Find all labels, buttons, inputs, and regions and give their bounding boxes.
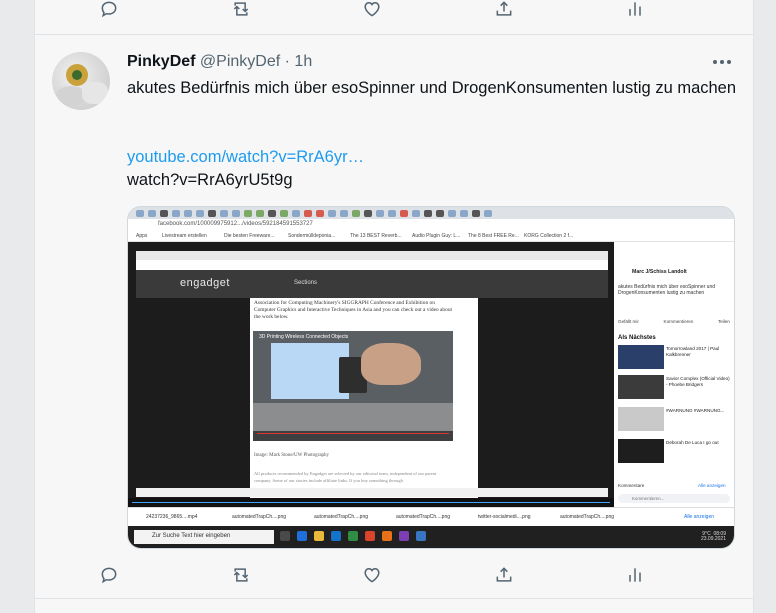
right-gutter bbox=[753, 0, 776, 613]
taskbar-search: Zur Suche Text hier eingeben bbox=[134, 530, 274, 544]
video-thumbnail bbox=[618, 345, 664, 369]
tweet-divider bbox=[35, 34, 753, 35]
tweet-timestamp[interactable]: 1h bbox=[294, 53, 312, 70]
reply-icon bbox=[101, 567, 117, 584]
browser-tab-strip bbox=[128, 207, 734, 219]
bookmarks-bar: Apps Livestream erstellen Die besten Fre… bbox=[128, 231, 734, 242]
display-name[interactable]: PinkyDef bbox=[127, 53, 195, 70]
heart-icon bbox=[364, 567, 380, 583]
download-item: automatedTrapCh....png bbox=[314, 514, 369, 520]
bookmark-item: The 8 Best FREE Re... bbox=[468, 233, 519, 239]
more-dots-icon bbox=[713, 60, 717, 64]
left-gutter bbox=[0, 0, 34, 613]
video-thumbnail bbox=[618, 375, 664, 399]
fb-actions: Gefällt mir Kommentieren Teilen bbox=[618, 319, 730, 324]
retweet-icon bbox=[233, 2, 248, 16]
share-icon bbox=[496, 567, 511, 582]
fb-post-text: akutes Bedürfnis mich über esoSpinner un… bbox=[618, 284, 716, 296]
separator: · bbox=[284, 53, 290, 70]
engadget-logo: engadget bbox=[180, 277, 230, 289]
avatar[interactable] bbox=[52, 52, 110, 110]
taskbar-search-text: Zur Suche Text hier eingeben bbox=[152, 533, 231, 539]
article-paragraph: Association for Computing Machinery's SI… bbox=[254, 300, 453, 320]
tweet-text: akutes Bedürfnis mich über esoSpinner un… bbox=[127, 79, 737, 97]
analytics-icon bbox=[629, 568, 641, 582]
analytics-button[interactable] bbox=[618, 560, 652, 590]
user-handle[interactable]: @PinkyDef bbox=[200, 53, 280, 70]
windows-taskbar: Zur Suche Text hier eingeben 9°C 08:09 2… bbox=[128, 526, 734, 548]
download-item: automatedTrapCh....png bbox=[232, 514, 287, 520]
fb-comment-placeholder: Kommentieren... bbox=[632, 496, 665, 501]
tweet-divider bbox=[35, 598, 753, 599]
video-thumbnail bbox=[618, 407, 664, 431]
bookmark-item: The 13 BEST Reverb... bbox=[350, 233, 402, 239]
retweet-icon bbox=[233, 568, 248, 582]
bookmark-item: KORG Collection 2 f... bbox=[524, 233, 574, 239]
like-button[interactable] bbox=[355, 560, 389, 590]
download-item: twitter-socialmedi....png bbox=[478, 514, 531, 520]
like-button[interactable] bbox=[355, 0, 389, 24]
bookmark-item: Livestream erstellen bbox=[162, 233, 207, 239]
image-caption: Image: Mark Stone/UW Photography bbox=[254, 453, 330, 458]
share-button[interactable] bbox=[487, 0, 521, 24]
video-title: Deborah De Luca I go out bbox=[666, 440, 719, 445]
address-url: facebook.com/100009975912.../videos/5921… bbox=[158, 221, 313, 227]
engadget-nav: Sections bbox=[294, 280, 318, 286]
tray-date: 23.09.2021 bbox=[700, 536, 726, 542]
bookmark-item: Sondermülldeponia... bbox=[288, 233, 336, 239]
attached-image[interactable]: facebook.com/100009975912.../videos/5921… bbox=[127, 206, 735, 549]
article-disclaimer: All products recommended by Engadget are… bbox=[254, 471, 437, 483]
bookmark-item: Audio Plugin Guy: L... bbox=[412, 233, 461, 239]
tweet-header: PinkyDef @PinkyDef · 1h bbox=[127, 53, 312, 71]
fb-comment: Kommentieren bbox=[663, 319, 694, 324]
downloads-bar: 24237236_9865....mp4 automatedTrapCh....… bbox=[128, 507, 734, 527]
inner-downloads-strip bbox=[136, 488, 608, 497]
share-button[interactable] bbox=[487, 560, 521, 590]
system-tray: 9°C 08:09 23.09.2021 bbox=[701, 532, 726, 542]
fb-next-heading: Als Nächstes bbox=[618, 335, 656, 341]
analytics-icon bbox=[629, 2, 641, 16]
retweet-button[interactable] bbox=[224, 0, 258, 24]
analytics-button[interactable] bbox=[618, 0, 652, 24]
reply-button[interactable] bbox=[92, 0, 126, 24]
fb-like: Gefällt mir bbox=[618, 319, 639, 324]
fb-share: Teilen bbox=[717, 319, 730, 324]
reply-icon bbox=[101, 1, 117, 18]
bookmark-item: Die besten Freeware... bbox=[224, 233, 275, 239]
taskbar-apps bbox=[280, 531, 426, 541]
embedded-video: 3D Printing Wireless Connected Objects bbox=[253, 331, 453, 441]
video-thumbnail bbox=[618, 439, 664, 463]
video-title: 3D Printing Wireless Connected Objects bbox=[259, 334, 349, 340]
tweet-link[interactable]: youtube.com/watch?v=RrA6yr… bbox=[127, 148, 364, 167]
tweet-link-continuation: watch?v=RrA6yrU5t9g bbox=[127, 171, 293, 189]
tweet-actions bbox=[92, 560, 652, 590]
download-item: 24237236_9865....mp4 bbox=[146, 514, 198, 520]
fb-poster-name: Marc J/Schiss Landolt bbox=[632, 269, 687, 275]
share-icon bbox=[496, 1, 511, 16]
video-title: Savior Complex (Official Video) - Phoebe… bbox=[666, 376, 730, 387]
facebook-sidebar: Marc J/Schiss Landolt akutes Bedürfnis m… bbox=[614, 242, 734, 507]
more-options-button[interactable] bbox=[708, 52, 736, 72]
video-controls bbox=[253, 431, 453, 441]
download-item: automatedTrapCh....png bbox=[396, 514, 451, 520]
download-item: automatedTrapCh....png bbox=[560, 514, 615, 520]
player-progress-bar bbox=[128, 498, 614, 507]
fb-comments-all: Alle anzeigen bbox=[698, 483, 726, 488]
reply-button[interactable] bbox=[92, 560, 126, 590]
bookmark-item: Apps bbox=[136, 233, 148, 239]
video-title: Tomorrowland 2017 | Paul Kalkbrenner bbox=[666, 346, 720, 357]
heart-icon bbox=[364, 1, 380, 17]
retweet-button[interactable] bbox=[224, 560, 258, 590]
fb-comments-label: Kommentare bbox=[618, 483, 645, 488]
inner-address-bar bbox=[136, 260, 608, 270]
video-title: #WARNUNG #WARNUNG... bbox=[666, 408, 725, 413]
downloads-show-all: Alle anzeigen bbox=[684, 514, 715, 520]
previous-tweet-actions bbox=[92, 0, 652, 24]
inner-tab-strip bbox=[136, 251, 608, 260]
fb-comment-box: Kommentieren... bbox=[618, 494, 730, 503]
